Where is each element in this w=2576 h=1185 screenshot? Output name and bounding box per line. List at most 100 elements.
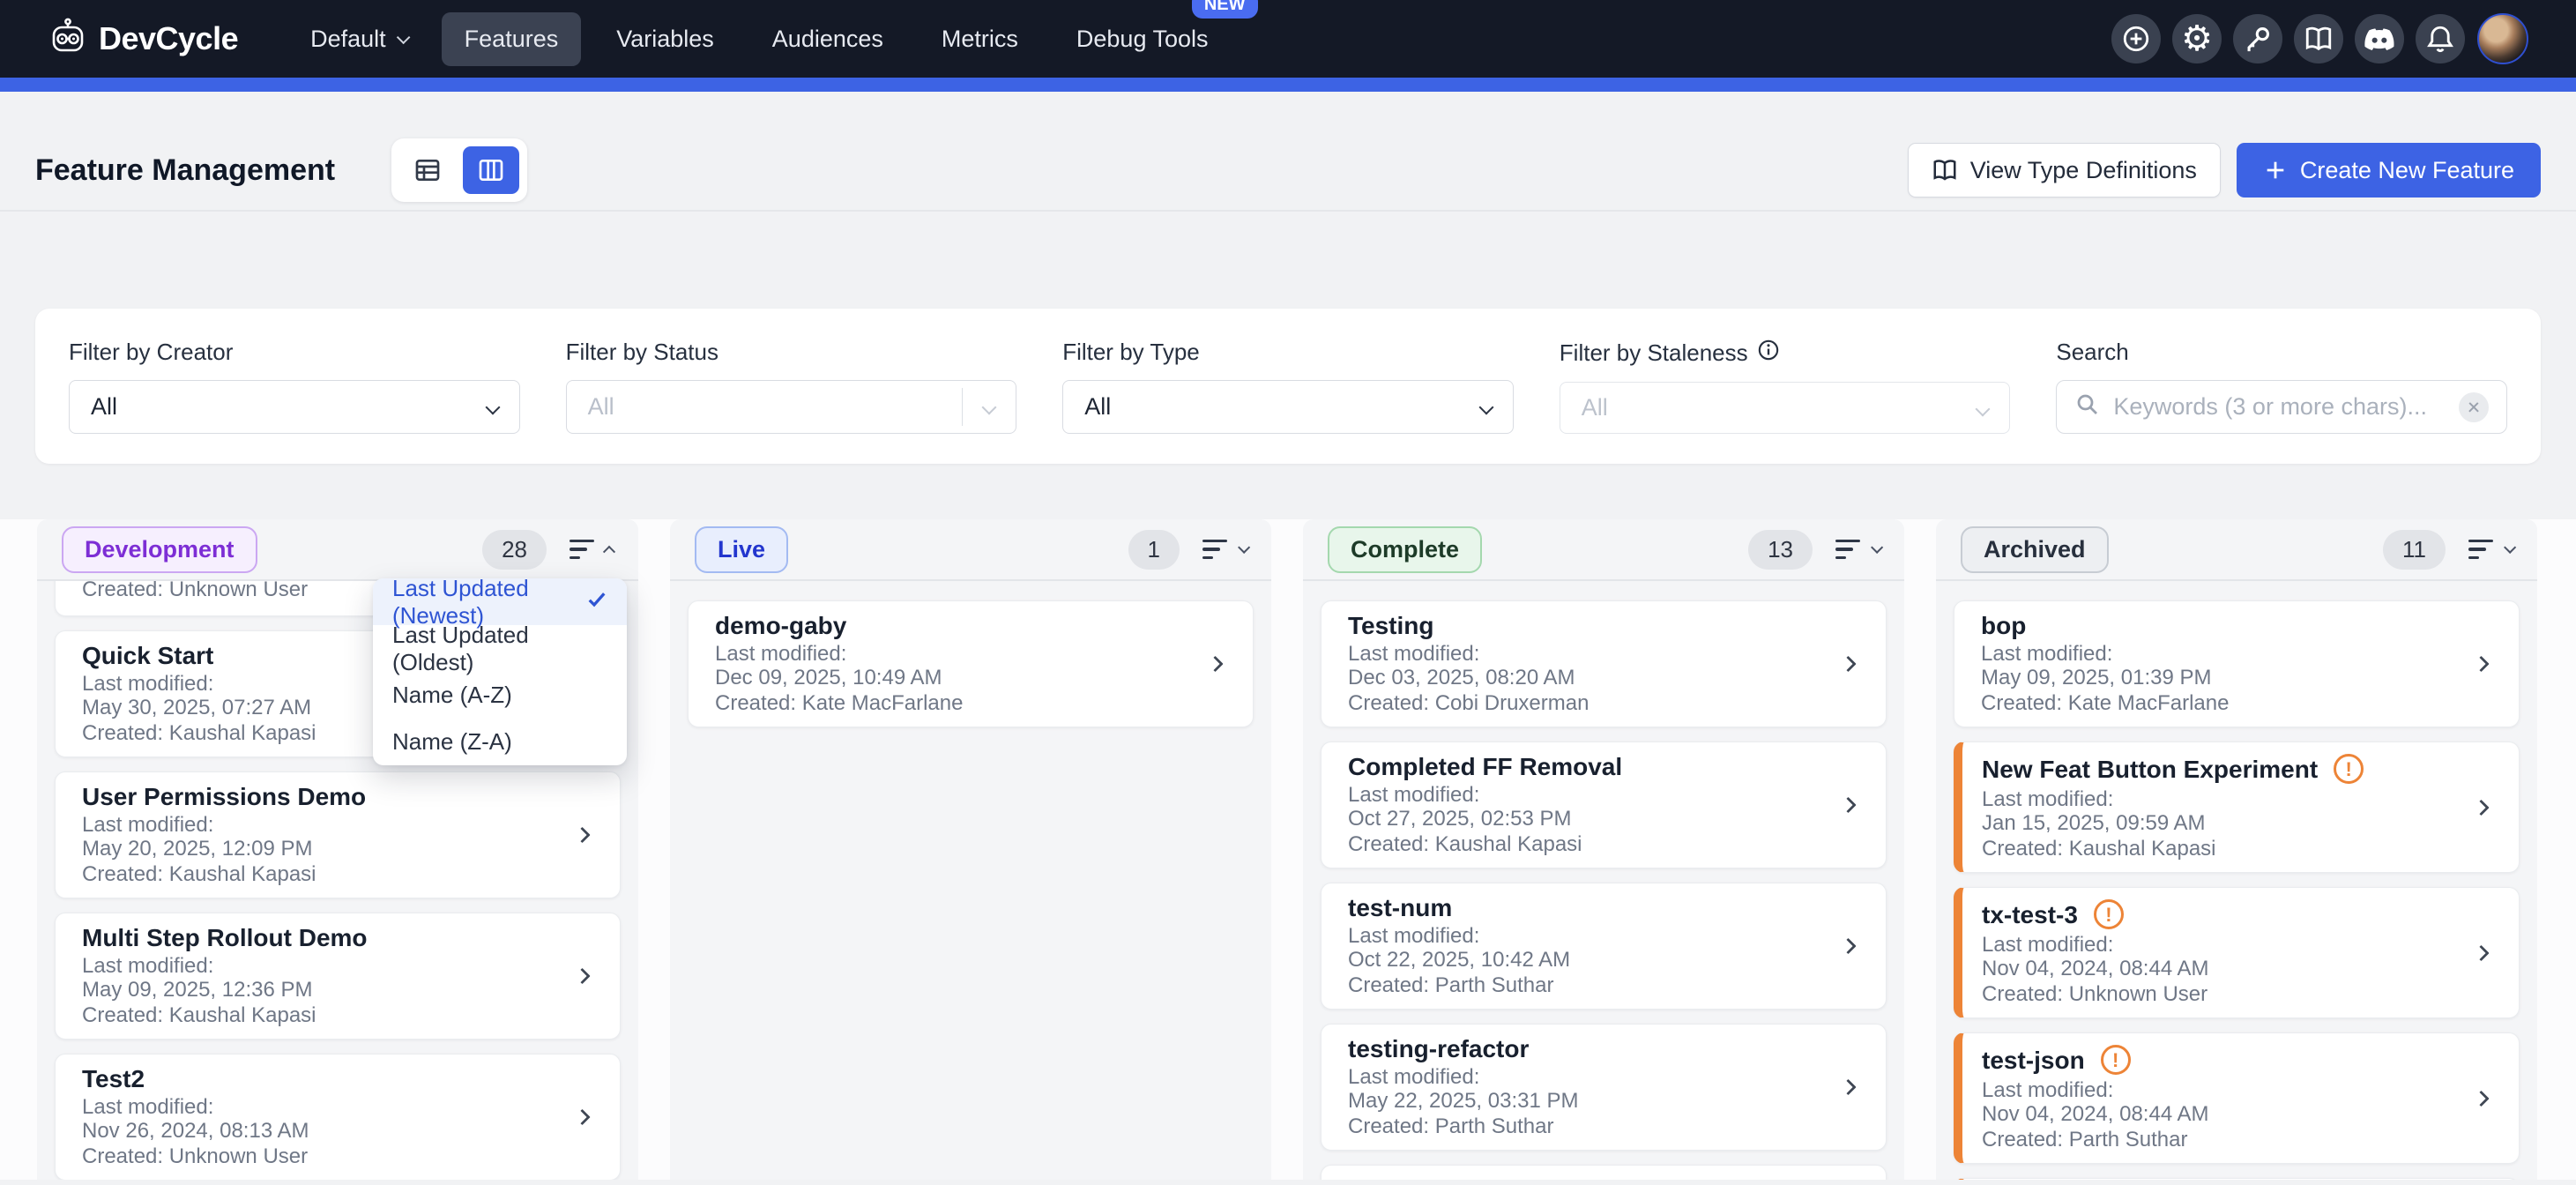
api-keys-icon[interactable] bbox=[2233, 14, 2282, 63]
feature-card[interactable]: rachel-test ! bbox=[1954, 1178, 2520, 1180]
created-by: Created: Kaushal Kapasi bbox=[1982, 837, 2492, 861]
feature-card[interactable]: test-num Last modified: Oct 22, 2025, 10… bbox=[1321, 883, 1887, 1010]
stale-warning-icon: ! bbox=[2334, 754, 2364, 784]
created-by: Created: Parth Suthar bbox=[1348, 973, 1859, 997]
column-live: Live 1 demo-gaby Last modified: Dec 09, … bbox=[670, 519, 1271, 1180]
filter-search: Search bbox=[2056, 339, 2507, 434]
nav-audiences[interactable]: Audiences bbox=[749, 12, 906, 66]
created-by: Created: Cobi Druxerman bbox=[1348, 691, 1859, 715]
column-archived-cards: bop Last modified: May 09, 2025, 01:39 P… bbox=[1936, 581, 2537, 1180]
filter-staleness-select[interactable]: All bbox=[1560, 382, 2011, 434]
column-complete-header: Complete 13 bbox=[1303, 519, 1904, 579]
info-icon[interactable] bbox=[1757, 339, 1780, 368]
feature-card[interactable]: test-json ! Last modified: Nov 04, 2024,… bbox=[1954, 1032, 2520, 1164]
feature-card[interactable]: tx-test-3 ! Last modified: Nov 04, 2024,… bbox=[1954, 887, 2520, 1018]
sort-control[interactable] bbox=[1835, 540, 1880, 559]
last-modified-date: Dec 03, 2025, 08:20 AM bbox=[1348, 666, 1859, 689]
view-type-definitions-button[interactable]: View Type Definitions bbox=[1908, 143, 2221, 198]
feature-card[interactable]: Completed FF Removal Last modified: Oct … bbox=[1321, 742, 1887, 868]
docs-book-icon[interactable] bbox=[2294, 14, 2343, 63]
feature-card[interactable]: testing-refactor Last modified: May 22, … bbox=[1321, 1024, 1887, 1151]
status-badge: Live bbox=[695, 526, 788, 573]
feature-card[interactable]: demo-gaby Last modified: Dec 09, 2025, 1… bbox=[688, 600, 1254, 727]
sort-control[interactable] bbox=[2468, 540, 2513, 559]
nav-metrics[interactable]: Metrics bbox=[919, 12, 1041, 66]
clear-search-icon[interactable] bbox=[2459, 392, 2489, 422]
project-name: Default bbox=[310, 26, 386, 53]
last-modified-label: Last modified: bbox=[1348, 1065, 1859, 1089]
column-complete-cards: Testing Last modified: Dec 03, 2025, 08:… bbox=[1303, 581, 1904, 1180]
last-modified-label: Last modified: bbox=[1348, 924, 1859, 948]
stale-warning-icon: ! bbox=[2101, 1045, 2131, 1075]
chevron-down-icon bbox=[485, 400, 500, 415]
last-modified-date: Oct 22, 2025, 10:42 AM bbox=[1348, 948, 1859, 972]
feature-card[interactable]: demo-paul Last modified: bbox=[1321, 1165, 1887, 1180]
sort-option-newest[interactable]: Last Updated (Newest) bbox=[373, 578, 627, 625]
chevron-down-icon bbox=[1976, 402, 1991, 417]
nav-variables[interactable]: Variables bbox=[593, 12, 737, 66]
filter-status: Filter by Status All bbox=[566, 339, 1017, 434]
column-development-header: Development 28 bbox=[37, 519, 638, 579]
sort-icon bbox=[570, 540, 594, 559]
nav-debug-tools[interactable]: Debug Tools NEW bbox=[1053, 12, 1232, 66]
kanban-view-button[interactable] bbox=[463, 146, 519, 194]
nav-features[interactable]: Features bbox=[442, 12, 582, 66]
chevron-down-icon bbox=[982, 400, 997, 415]
feature-name: test-num bbox=[1348, 895, 1859, 920]
feature-card[interactable]: User Permissions Demo Last modified: May… bbox=[55, 771, 621, 898]
column-archived-header: Archived 11 bbox=[1936, 519, 2537, 579]
feature-card[interactable]: bop Last modified: May 09, 2025, 01:39 P… bbox=[1954, 600, 2520, 727]
feature-name: testing-refactor bbox=[1348, 1036, 1859, 1062]
robot-logo-icon bbox=[48, 17, 88, 62]
check-icon bbox=[586, 588, 607, 615]
notifications-bell-icon[interactable] bbox=[2416, 14, 2465, 63]
filter-type-select[interactable]: All bbox=[1062, 380, 1514, 434]
feature-name: tx-test-3 bbox=[1982, 902, 2078, 928]
last-modified-date: Nov 26, 2024, 08:13 AM bbox=[82, 1119, 593, 1143]
last-modified-date: May 20, 2025, 12:09 PM bbox=[82, 837, 593, 861]
sort-control[interactable] bbox=[1202, 540, 1247, 559]
status-badge: Complete bbox=[1328, 526, 1482, 573]
last-modified-date: Jan 15, 2025, 09:59 AM bbox=[1982, 811, 2492, 835]
caret-down-icon bbox=[1238, 541, 1250, 554]
header-divider bbox=[0, 210, 2576, 212]
devcycle-logo[interactable]: DevCycle bbox=[48, 17, 238, 62]
feature-name: Completed FF Removal bbox=[1348, 754, 1859, 779]
create-new-feature-button[interactable]: Create New Feature bbox=[2237, 143, 2541, 198]
filter-creator-select[interactable]: All bbox=[69, 380, 520, 434]
created-by: Created: Unknown User bbox=[82, 1144, 593, 1168]
last-modified-label: Last modified: bbox=[1982, 933, 2492, 957]
sort-option-oldest[interactable]: Last Updated (Oldest) bbox=[373, 625, 627, 672]
feature-card[interactable]: Testing Last modified: Dec 03, 2025, 08:… bbox=[1321, 600, 1887, 727]
last-modified-label: Last modified: bbox=[82, 813, 593, 837]
feature-name: demo-paul bbox=[1348, 1177, 1859, 1180]
table-view-button[interactable] bbox=[399, 146, 456, 194]
sort-option-name-az[interactable]: Name (A-Z) bbox=[373, 672, 627, 719]
caret-down-icon bbox=[1871, 541, 1883, 554]
user-avatar[interactable] bbox=[2477, 13, 2528, 64]
column-count: 1 bbox=[1128, 530, 1180, 570]
sort-control[interactable] bbox=[570, 540, 614, 559]
feature-card[interactable]: New Feat Button Experiment ! Last modifi… bbox=[1954, 742, 2520, 873]
accent-bar bbox=[0, 78, 2576, 92]
created-by: Created: Kate MacFarlane bbox=[715, 691, 1226, 715]
discord-icon[interactable] bbox=[2355, 14, 2404, 63]
feature-name: Multi Step Rollout Demo bbox=[82, 925, 593, 950]
create-icon[interactable] bbox=[2111, 14, 2161, 63]
nav-project-selector[interactable]: Default bbox=[287, 12, 429, 66]
last-modified-date: May 09, 2025, 12:36 PM bbox=[82, 978, 593, 1002]
filter-creator-label: Filter by Creator bbox=[69, 339, 520, 366]
filter-status-select[interactable]: All bbox=[566, 380, 1017, 434]
feature-card[interactable]: Multi Step Rollout Demo Last modified: M… bbox=[55, 913, 621, 1040]
settings-gear-icon[interactable]: ⚙ bbox=[2172, 14, 2222, 63]
table-icon bbox=[413, 156, 442, 184]
search-input[interactable] bbox=[2113, 393, 2446, 421]
feature-card[interactable]: Test2 Last modified: Nov 26, 2024, 08:13… bbox=[55, 1054, 621, 1180]
brand-name: DevCycle bbox=[99, 20, 238, 57]
chevron-down-icon bbox=[397, 30, 411, 44]
sort-dropdown-menu: Last Updated (Newest) Last Updated (Olde… bbox=[373, 578, 627, 765]
last-modified-date: Dec 09, 2025, 10:49 AM bbox=[715, 666, 1226, 689]
sort-icon bbox=[1202, 540, 1227, 559]
caret-down-icon bbox=[2504, 541, 2516, 554]
sort-option-name-za[interactable]: Name (Z-A) bbox=[373, 719, 627, 765]
